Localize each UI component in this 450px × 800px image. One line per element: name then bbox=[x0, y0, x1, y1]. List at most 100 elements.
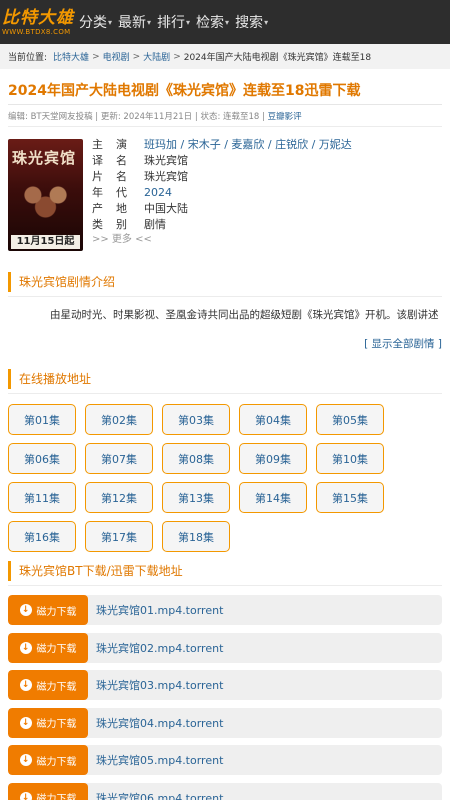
download-row: ↓ 磁力下载 珠光宾馆06.mp4.torrent bbox=[8, 782, 442, 800]
breadcrumb: 当前位置: 比特大雄 > 电视剧 > 大陆剧 > 2024年国产大陆电视剧《珠光… bbox=[0, 44, 450, 69]
magnet-download-button[interactable]: ↓ 磁力下载 bbox=[8, 745, 88, 775]
site-logo[interactable]: 比特大雄 WWW.BTDX8.COM bbox=[2, 0, 74, 44]
download-icon: ↓ bbox=[19, 641, 32, 654]
episode-button[interactable]: 第02集 bbox=[85, 404, 153, 435]
episode-button[interactable]: 第12集 bbox=[85, 482, 153, 513]
magnet-download-button[interactable]: ↓ 磁力下载 bbox=[8, 670, 88, 700]
poster-image[interactable]: 珠光宾馆 11月15日起 bbox=[8, 139, 83, 251]
info-value: 中国大陆 bbox=[144, 202, 188, 215]
breadcrumb-mainland-link[interactable]: 大陆剧 bbox=[143, 50, 170, 63]
download-row: ↓ 磁力下载 珠光宾馆03.mp4.torrent bbox=[8, 670, 442, 700]
nav-item-latest[interactable]: 最新 ▾ bbox=[118, 12, 151, 32]
info-key: 年代 bbox=[92, 186, 140, 199]
download-row: ↓ 磁力下载 珠光宾馆04.mp4.torrent bbox=[8, 707, 442, 738]
info-key: 片名 bbox=[92, 170, 140, 183]
poster-date: 11月15日起 bbox=[11, 235, 80, 249]
magnet-download-label: 磁力下载 bbox=[36, 719, 77, 730]
nav-label: 分类 bbox=[79, 15, 107, 31]
info-key: 产地 bbox=[92, 202, 140, 215]
magnet-download-button[interactable]: ↓ 磁力下载 bbox=[8, 595, 88, 625]
logo-text: 比特大雄 bbox=[2, 7, 74, 28]
episode-button[interactable]: 第13集 bbox=[162, 482, 230, 513]
caret-down-icon: ▾ bbox=[225, 17, 230, 27]
section-divider bbox=[8, 585, 442, 586]
torrent-file-link[interactable]: 珠光宾馆04.mp4.torrent bbox=[96, 715, 223, 731]
logo-subtext: WWW.BTDX8.COM bbox=[2, 27, 71, 36]
info-row-film-name: 片名 珠光宾馆 bbox=[92, 169, 442, 185]
download-icon: ↓ bbox=[19, 791, 32, 800]
episode-button[interactable]: 第06集 bbox=[8, 443, 76, 474]
episode-button[interactable]: 第04集 bbox=[239, 404, 307, 435]
download-icon: ↓ bbox=[19, 679, 32, 691]
info-row-cast: 主演 班玛加 / 宋木子 / 麦嘉欣 / 庄锐欣 / 万妮达 bbox=[92, 137, 442, 153]
episode-button[interactable]: 第11集 bbox=[8, 482, 76, 513]
download-row: ↓ 磁力下载 珠光宾馆02.mp4.torrent bbox=[8, 632, 442, 663]
torrent-file-link[interactable]: 珠光宾馆02.mp4.torrent bbox=[96, 640, 223, 656]
magnet-download-button[interactable]: ↓ 磁力下载 bbox=[8, 632, 88, 663]
magnet-download-label: 磁力下载 bbox=[36, 794, 77, 800]
magnet-download-button[interactable]: ↓ 磁力下载 bbox=[8, 782, 88, 800]
episode-button[interactable]: 第05集 bbox=[316, 404, 384, 435]
episode-button[interactable]: 第16集 bbox=[8, 521, 76, 552]
episode-button[interactable]: 第07集 bbox=[85, 443, 153, 474]
episode-grid: 第01集 第02集 第03集 第04集 第05集第06集 第07集 第08集 第09集 第10集… bbox=[8, 404, 448, 560]
caret-down-icon: ▾ bbox=[264, 17, 269, 27]
info-key: 类别 bbox=[92, 218, 140, 231]
breadcrumb-home-link[interactable]: 比特大雄 bbox=[53, 50, 89, 63]
episode-button[interactable]: 第09集 bbox=[239, 443, 307, 474]
synopsis-text: 由星动时光、时果影视、圣凰金诗共同出品的超级短剧《珠光宾馆》开机。该剧讲述 bbox=[50, 309, 439, 321]
torrent-file-link[interactable]: 珠光宾馆06.mp4.torrent bbox=[96, 790, 223, 800]
episode-button[interactable]: 第10集 bbox=[316, 443, 384, 474]
nav-item-category[interactable]: 分类 ▾ bbox=[79, 12, 112, 32]
poster-figures bbox=[14, 179, 77, 219]
info-row-region: 产地 中国大陆 bbox=[92, 201, 442, 217]
episode-button[interactable]: 第14集 bbox=[239, 482, 307, 513]
download-list: ↓ 磁力下载 珠光宾馆01.mp4.torrent ↓ 磁力下载 珠光宾馆02.mp4.t… bbox=[8, 595, 442, 800]
meta-divider bbox=[8, 126, 442, 127]
info-row-year: 年代 2024 bbox=[92, 185, 442, 201]
torrent-file-link[interactable]: 珠光宾馆05.mp4.torrent bbox=[96, 752, 223, 768]
show-full-plot-link[interactable]: [ 显示全部剧情 ] bbox=[364, 336, 442, 351]
breadcrumb-current: 2024年国产大陆电视剧《珠光宾馆》连载至18 bbox=[183, 53, 372, 63]
nav-item-search[interactable]: 搜索 ▾ bbox=[235, 12, 268, 32]
episode-button[interactable]: 第17集 bbox=[85, 521, 153, 552]
info-row-genre: 类别 剧情 bbox=[92, 217, 442, 233]
episode-button[interactable]: 第15集 bbox=[316, 482, 384, 513]
episode-button[interactable]: 第08集 bbox=[162, 443, 230, 474]
more-info-toggle[interactable]: >> 更多 << bbox=[92, 233, 442, 247]
breadcrumb-separator: > bbox=[132, 51, 141, 62]
download-icon: ↓ bbox=[19, 716, 32, 729]
nav-label: 搜索 bbox=[235, 15, 264, 31]
online-play-heading: 在线播放地址 bbox=[8, 369, 442, 389]
breadcrumb-separator: > bbox=[92, 51, 100, 62]
caret-down-icon: ▾ bbox=[108, 17, 113, 27]
torrent-file-link[interactable]: 珠光宾馆03.mp4.torrent bbox=[96, 677, 223, 693]
meta-text: 编辑: BT天堂网友投稿 | 更新: 2024年11月21日 | 状态: 连载至… bbox=[8, 112, 268, 122]
synopsis-heading: 珠光宾馆剧情介绍 bbox=[8, 272, 442, 292]
douban-review-link[interactable]: 豆瓣影评 bbox=[268, 112, 302, 122]
download-icon: ↓ bbox=[19, 604, 32, 616]
page-title: 2024年国产大陆电视剧《珠光宾馆》连载至18迅雷下载 bbox=[8, 83, 361, 99]
nav-item-filter[interactable]: 检索 ▾ bbox=[196, 12, 229, 32]
torrent-file-link[interactable]: 珠光宾馆01.mp4.torrent bbox=[96, 602, 223, 618]
breadcrumb-tv-link[interactable]: 电视剧 bbox=[103, 50, 130, 63]
poster-title: 珠光宾馆 bbox=[12, 149, 77, 167]
year-link[interactable]: 2024 bbox=[144, 185, 172, 201]
info-row-translated-name: 译名 珠光宾馆 bbox=[92, 153, 442, 169]
caret-down-icon: ▾ bbox=[186, 17, 191, 27]
title-divider bbox=[8, 104, 442, 105]
download-heading: 珠光宾馆BT下载/迅雷下载地址 bbox=[8, 561, 442, 581]
download-row: ↓ 磁力下载 珠光宾馆05.mp4.torrent bbox=[8, 745, 442, 775]
section-divider bbox=[8, 296, 442, 297]
caret-down-icon: ▾ bbox=[147, 17, 152, 27]
episode-button[interactable]: 第18集 bbox=[162, 521, 230, 552]
episode-button[interactable]: 第03集 bbox=[162, 404, 230, 435]
nav-item-ranking[interactable]: 排行 ▾ bbox=[157, 12, 190, 32]
main-nav: 分类 ▾ 最新 ▾ 排行 ▾ 检索 ▾ 搜索 ▾ bbox=[79, 12, 274, 32]
episode-button[interactable]: 第01集 bbox=[8, 404, 76, 435]
breadcrumb-separator: > bbox=[173, 51, 181, 62]
cast-links[interactable]: 班玛加 / 宋木子 / 麦嘉欣 / 庄锐欣 / 万妮达 bbox=[144, 137, 352, 153]
magnet-download-label: 磁力下载 bbox=[36, 644, 77, 655]
info-value: 剧情 bbox=[144, 218, 166, 231]
magnet-download-button[interactable]: ↓ 磁力下载 bbox=[8, 707, 88, 738]
